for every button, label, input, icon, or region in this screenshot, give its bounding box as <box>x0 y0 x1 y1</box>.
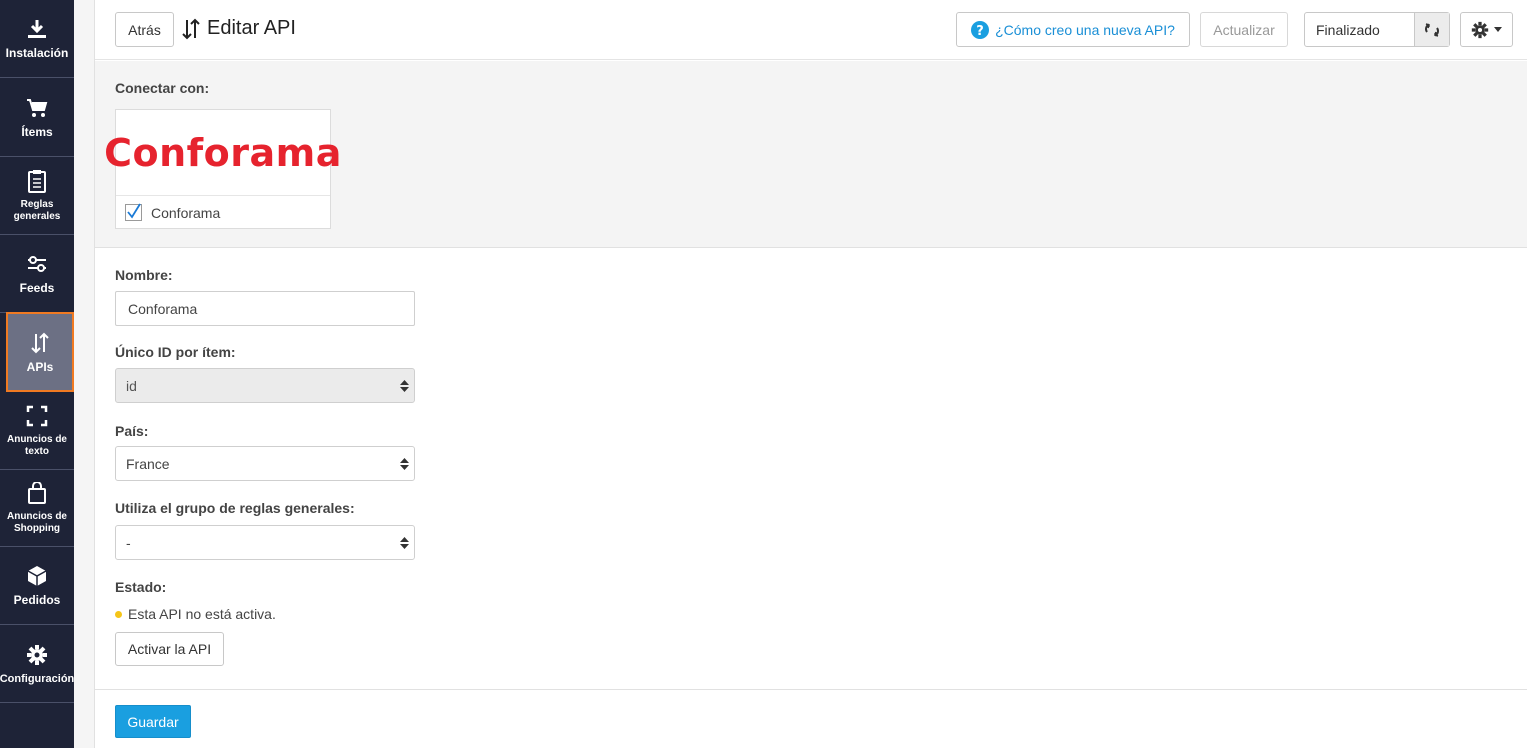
marketplace-checkbox-row[interactable]: Conforama <box>125 203 221 221</box>
box-icon <box>25 564 49 588</box>
sidebar-item-label: Configuración <box>0 672 75 685</box>
marketplace-card[interactable]: Conforama Conforama <box>104 109 341 229</box>
rules-value: - <box>126 534 131 551</box>
api-form: Nombre: Conforama Único ID por ítem: id … <box>95 248 1527 690</box>
connect-label: Conectar con: <box>115 80 210 96</box>
download-icon <box>25 17 49 41</box>
sub-sidebar <box>74 0 95 748</box>
sidebar-item-label: APIs <box>26 359 54 374</box>
swap-vertical-icon <box>28 331 52 355</box>
status-dot <box>115 610 122 618</box>
svg-text:?: ? <box>976 24 984 39</box>
refresh-button[interactable] <box>1414 13 1449 46</box>
marketplace-logo: Conforama <box>104 110 341 196</box>
status-message: Esta API no está activa. <box>128 606 276 622</box>
check-icon <box>127 203 141 219</box>
country-select[interactable]: France <box>115 446 415 481</box>
gear-icon <box>1471 21 1489 38</box>
cart-icon <box>25 96 49 120</box>
unique-id-label: Único ID por ítem: <box>115 344 236 360</box>
state-label: Estado: <box>115 579 167 595</box>
rules-select[interactable]: - <box>115 525 415 560</box>
status-text: Esta API no está activa. <box>115 606 276 622</box>
settings-dropdown-button[interactable] <box>1460 12 1513 47</box>
connect-section: Conectar con: Conforama Conforama <box>95 61 1527 248</box>
help-label: ¿Cómo creo una nueva API? <box>995 21 1175 38</box>
sidebar-item-anuncios-shopping[interactable]: Anuncios de Shopping <box>0 469 74 547</box>
sidebar-item-apis[interactable]: APIs <box>6 312 74 392</box>
name-label: Nombre: <box>115 267 173 283</box>
save-button[interactable]: Guardar <box>115 705 191 738</box>
update-button[interactable]: Actualizar <box>1200 12 1288 47</box>
back-button[interactable]: Atrás <box>115 12 174 47</box>
sidebar-item-label: Reglas generales <box>13 198 61 222</box>
refresh-icon <box>1425 22 1439 37</box>
gear-icon <box>25 643 49 667</box>
marketplace-name: Conforama <box>151 204 221 221</box>
swap-vertical-icon <box>182 18 200 39</box>
sidebar: Instalación Ítems Reglas generales Feeds… <box>0 0 74 748</box>
country-label: País: <box>115 423 149 439</box>
sidebar-item-label: Pedidos <box>13 593 61 607</box>
page-title-text: Editar API <box>207 17 296 39</box>
sidebar-item-pedidos[interactable]: Pedidos <box>0 547 74 625</box>
sidebar-item-label: Feeds <box>19 281 55 295</box>
status-label: Finalizado <box>1316 21 1380 38</box>
clipboard-icon <box>25 169 49 193</box>
unique-id-select[interactable]: id <box>115 368 415 403</box>
select-arrows-icon <box>400 458 409 470</box>
sidebar-item-instalacion[interactable]: Instalación <box>0 0 74 78</box>
rules-label: Utiliza el grupo de reglas generales: <box>115 500 355 516</box>
country-value: France <box>126 455 170 472</box>
shopping-bag-icon <box>25 481 49 505</box>
sidebar-item-feeds[interactable]: Feeds <box>0 235 74 313</box>
logo-text: Conforama <box>104 130 342 175</box>
select-arrows-icon <box>400 380 409 392</box>
sliders-icon <box>25 252 49 276</box>
marketplace-checkbox[interactable] <box>125 203 142 221</box>
unique-id-value: id <box>126 377 137 394</box>
sidebar-item-anuncios-texto[interactable]: Anuncios de texto <box>0 392 74 470</box>
sidebar-item-configuracion[interactable]: Configuración <box>0 625 74 703</box>
help-icon: ? <box>971 20 990 39</box>
select-arrows-icon <box>400 537 409 549</box>
sidebar-item-label: Instalación <box>5 46 69 60</box>
page-title: Editar API <box>181 17 296 40</box>
frame-icon <box>25 404 49 428</box>
sidebar-item-items[interactable]: Ítems <box>0 79 74 157</box>
sidebar-item-label: Ítems <box>21 125 53 139</box>
sidebar-item-reglas-generales[interactable]: Reglas generales <box>0 157 74 235</box>
activate-api-button[interactable]: Activar la API <box>115 632 224 666</box>
sidebar-item-label: Anuncios de texto <box>6 433 67 457</box>
header: Atrás Editar API ? ¿Cómo creo una nueva … <box>95 0 1527 60</box>
help-button[interactable]: ? ¿Cómo creo una nueva API? <box>956 12 1190 47</box>
name-input[interactable]: Conforama <box>115 291 415 326</box>
caret-down-icon <box>1494 26 1502 32</box>
status-group: Finalizado <box>1304 12 1450 47</box>
sidebar-item-label: Anuncios de Shopping <box>6 510 67 534</box>
